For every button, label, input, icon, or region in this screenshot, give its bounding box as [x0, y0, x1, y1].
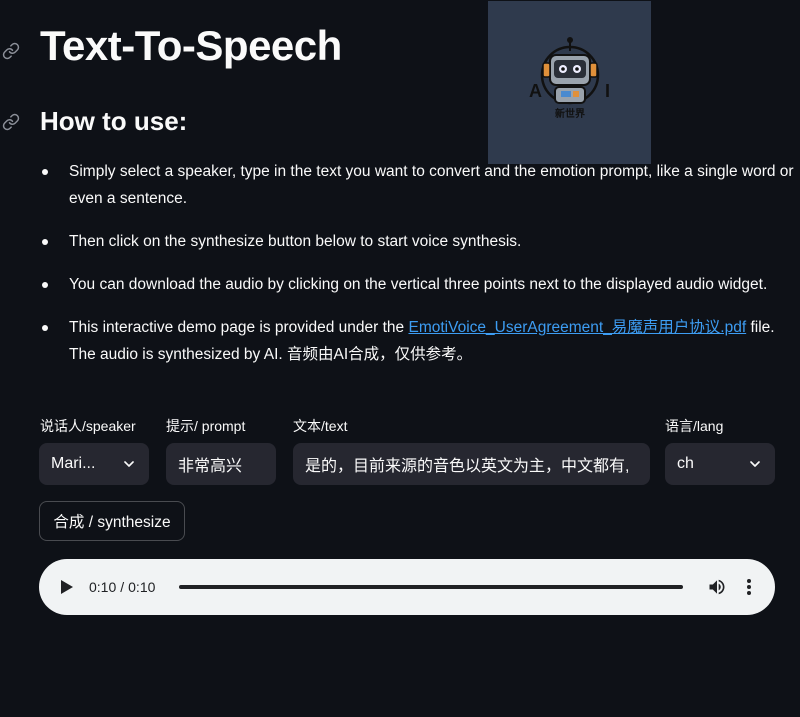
lang-select[interactable]: ch: [665, 443, 775, 485]
instruction-text: This interactive demo page is provided u…: [69, 319, 409, 336]
prompt-label: 提示/ prompt: [166, 418, 246, 434]
text-input[interactable]: 是的，目前来源的音色以英文为主，中文都有,: [293, 443, 650, 485]
play-icon[interactable]: [53, 573, 81, 601]
instruction-text: You can download the audio by clicking o…: [69, 276, 768, 293]
prompt-input-value: 非常高兴: [178, 458, 243, 475]
instruction-text: Then click on the synthesize button belo…: [69, 233, 522, 250]
audio-time: 0:10/0:10: [89, 579, 169, 595]
speaker-label: 说话人/speaker: [40, 418, 136, 434]
text-input-value: 是的，目前来源的音色以英文为主，中文都有,: [305, 458, 630, 475]
audio-duration: 0:10: [128, 579, 156, 595]
audio-progress-slider[interactable]: [179, 585, 683, 589]
synthesize-button[interactable]: 合成 / synthesize: [39, 501, 185, 541]
subtitle-anchor-link-icon[interactable]: [0, 111, 22, 133]
logo-caption: 新世界: [555, 107, 585, 120]
audio-current-time: 0:10: [89, 579, 117, 595]
instruction-text: Simply select a speaker, type in the tex…: [69, 163, 794, 207]
audio-player: 0:10/0:10: [39, 559, 775, 615]
speaker-select-value: Mari...: [51, 455, 96, 472]
prompt-input[interactable]: 非常高兴: [166, 443, 276, 485]
chevron-down-icon: [750, 461, 760, 467]
chevron-down-icon: [124, 461, 134, 467]
list-item: Then click on the synthesize button belo…: [42, 228, 799, 255]
list-item: You can download the audio by clicking o…: [42, 271, 799, 298]
logo-letter-i: I: [605, 81, 610, 101]
lang-label: 语言/lang: [665, 418, 724, 434]
robot-logo-icon: A I 新世界: [488, 1, 651, 164]
audio-time-separator: /: [120, 579, 125, 595]
app-page: Text-To-Speech How to use: A I 新世界 Simpl…: [0, 0, 800, 717]
user-agreement-link[interactable]: EmotiVoice_UserAgreement_易魔声用户协议.pdf: [408, 319, 746, 336]
text-label: 文本/text: [293, 418, 348, 434]
title-anchor-link-icon[interactable]: [0, 40, 22, 62]
volume-icon[interactable]: [705, 575, 729, 599]
page-title: Text-To-Speech: [40, 22, 342, 69]
instructions-list: Simply select a speaker, type in the tex…: [40, 158, 799, 384]
section-heading: How to use:: [40, 106, 188, 136]
logo-letter-a: A: [529, 81, 542, 101]
lang-select-value: ch: [677, 455, 694, 472]
list-item: This interactive demo page is provided u…: [42, 314, 799, 368]
more-options-icon[interactable]: [739, 575, 759, 599]
list-item: Simply select a speaker, type in the tex…: [42, 158, 799, 212]
speaker-select[interactable]: Mari...: [39, 443, 149, 485]
